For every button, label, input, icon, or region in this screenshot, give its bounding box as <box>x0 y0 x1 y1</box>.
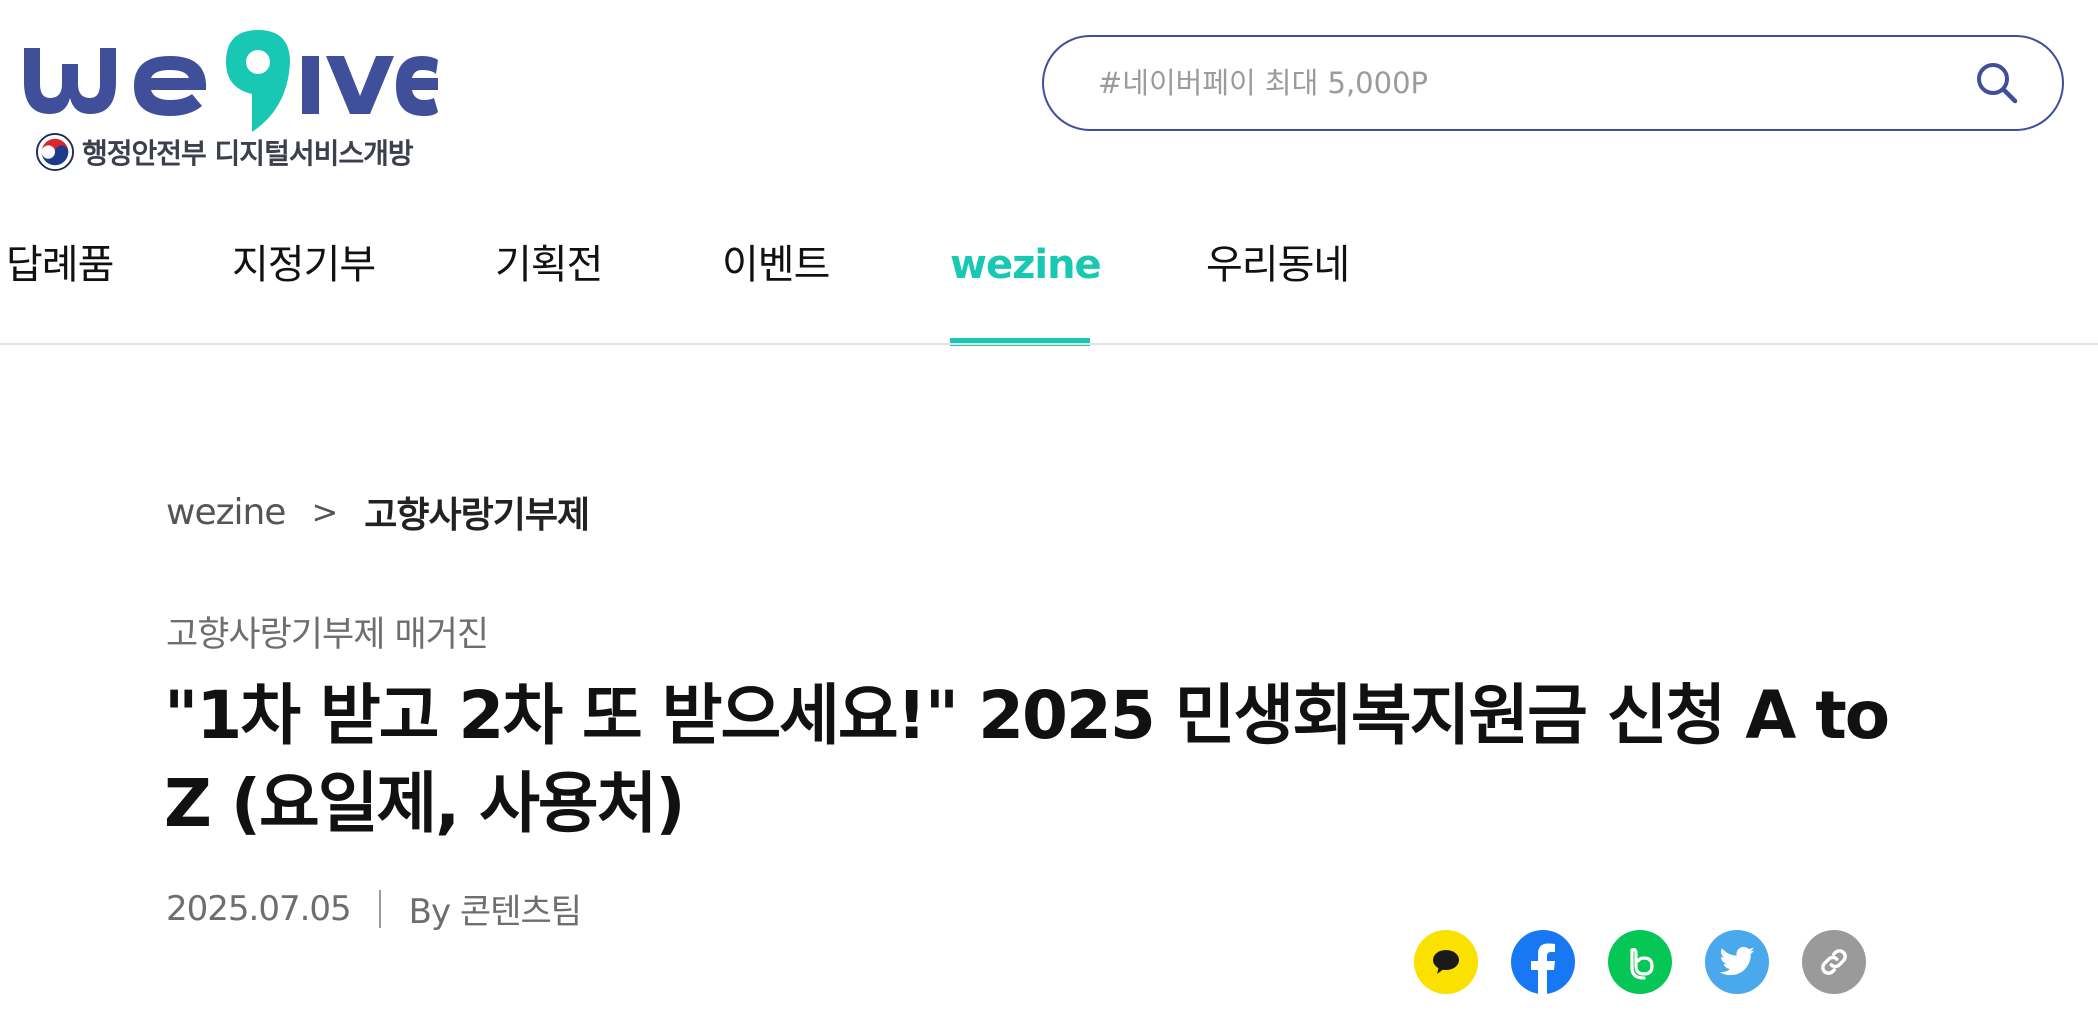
ministry-text: 행정안전부 디지털서비스개방 <box>82 137 414 170</box>
article-title: "1차 받고 2차 또 받으세요!" 2025 민생회복지원금 신청 A to … <box>164 677 1890 842</box>
breadcrumb-root-link[interactable]: wezine <box>166 492 286 533</box>
article-meta: 2025.07.05 By 콘텐츠팀 <box>166 884 582 933</box>
search-bar <box>1042 35 2064 131</box>
facebook-icon <box>1531 943 1555 994</box>
nav-item-gifts[interactable]: 답례품 <box>6 206 114 346</box>
article-author: By 콘텐츠팀 <box>408 892 582 932</box>
breadcrumb: wezine > 고향사랑기부제 <box>166 486 590 538</box>
nav-item-designated-donation[interactable]: 지정기부 <box>232 206 376 346</box>
kakaotalk-icon <box>1433 950 1459 974</box>
link-icon <box>1821 949 1847 975</box>
nav-item-events[interactable]: 이벤트 <box>722 206 830 346</box>
wegive-wordmark-logo <box>24 30 438 132</box>
share-facebook-button[interactable] <box>1511 930 1575 994</box>
meta-divider <box>378 889 381 928</box>
nav-item-exhibitions[interactable]: 기획전 <box>495 206 603 346</box>
nav-item-wezine[interactable]: wezine <box>950 206 1102 346</box>
taegeuk-emblem-icon <box>36 133 74 171</box>
search-icon <box>1977 63 2018 104</box>
search-input[interactable] <box>1098 66 1972 100</box>
share-kakaotalk-button[interactable] <box>1414 930 1478 994</box>
nav-item-neighborhood[interactable]: 우리동네 <box>1206 206 1350 346</box>
breadcrumb-separator: > <box>311 493 339 531</box>
share-twitter-button[interactable] <box>1705 930 1769 994</box>
naver-band-icon <box>1630 947 1654 980</box>
breadcrumb-current-link[interactable]: 고향사랑기부제 <box>364 486 590 538</box>
nav-divider <box>0 343 2098 345</box>
ministry-label: 행정안전부 디지털서비스개방 <box>36 132 414 172</box>
main-nav: 답례품 지정기부 기획전 이벤트 wezine 우리동네 <box>0 206 2098 346</box>
article-category: 고향사랑기부제 매거진 <box>166 615 489 655</box>
twitter-icon <box>1719 946 1755 976</box>
search-button[interactable] <box>1972 58 2022 108</box>
site-logo[interactable]: 행정안전부 디지털서비스개방 <box>20 28 450 178</box>
share-band-button[interactable] <box>1608 930 1672 994</box>
copy-link-button[interactable] <box>1802 930 1866 994</box>
article-date: 2025.07.05 <box>166 888 352 929</box>
share-buttons <box>1414 930 1866 994</box>
page: 행정안전부 디지털서비스개방 답례품 지정기부 기획전 이벤트 wezine 우… <box>0 0 2098 1032</box>
